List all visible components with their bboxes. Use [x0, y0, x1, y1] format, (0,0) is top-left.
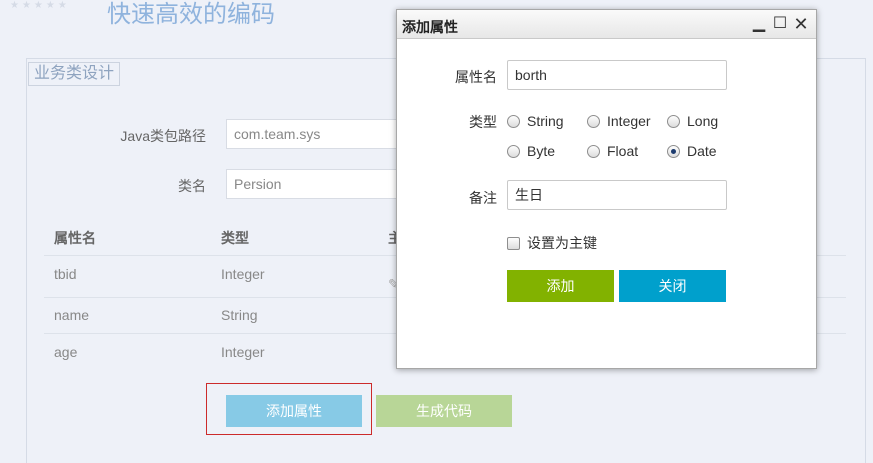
radio-label: Integer: [607, 113, 651, 129]
column-header-name: 属性名: [54, 230, 96, 246]
radio-button[interactable]: [507, 144, 520, 158]
primary-key-checkbox[interactable]: 设置为主键: [507, 234, 597, 252]
add-attribute-dialog: 添加属性 ▁ ☐ ✕ 属性名 borth 类型 String Integer L…: [396, 9, 817, 369]
checkbox-box[interactable]: [507, 236, 520, 250]
radio-label: Byte: [527, 143, 556, 159]
add-attribute-button[interactable]: 添加属性: [226, 395, 362, 427]
dialog-titlebar[interactable]: 添加属性 ▁ ☐ ✕: [397, 10, 816, 39]
class-name-input[interactable]: Persion: [226, 169, 406, 199]
row-3-name: age: [54, 344, 78, 360]
dialog-close-button[interactable]: 关闭: [619, 270, 726, 302]
radio-long[interactable]: Long: [667, 111, 718, 131]
package-path-label: Java类包路径: [120, 128, 206, 144]
type-label: 类型: [469, 114, 497, 130]
radio-button[interactable]: [587, 114, 600, 128]
radio-date[interactable]: Date: [667, 141, 717, 161]
remark-label: 备注: [469, 190, 497, 206]
remark-input[interactable]: 生日: [507, 180, 727, 210]
row-2-type: String: [221, 307, 258, 323]
row-2-name: name: [54, 307, 90, 323]
attr-name-label: 属性名: [455, 69, 497, 85]
class-name-label: 类名: [178, 178, 206, 194]
radio-string[interactable]: String: [507, 111, 564, 131]
row-1-type: Integer: [221, 266, 265, 282]
radio-button[interactable]: [587, 144, 600, 158]
minimize-icon[interactable]: ▁: [750, 14, 768, 34]
page-title: 快速高效的编码: [107, 1, 275, 28]
primary-key-label: 设置为主键: [527, 235, 597, 251]
attr-name-input[interactable]: borth: [507, 60, 727, 90]
section-legend: 业务类设计: [28, 62, 121, 86]
dialog-title: 添加属性: [402, 19, 458, 35]
radio-button[interactable]: [667, 114, 680, 128]
radio-float[interactable]: Float: [587, 141, 638, 161]
radio-byte[interactable]: Byte: [507, 141, 555, 161]
radio-label: Float: [607, 143, 639, 159]
decorative-stars: ★★★★★: [10, 0, 70, 11]
radio-label: Date: [687, 143, 717, 159]
row-3-type: Integer: [221, 344, 265, 360]
row-1-name: tbid: [54, 266, 77, 282]
radio-label: Long: [687, 113, 719, 129]
maximize-icon[interactable]: ☐: [771, 14, 789, 34]
radio-integer[interactable]: Integer: [587, 111, 651, 131]
radio-button-selected[interactable]: [667, 144, 680, 158]
close-icon[interactable]: ✕: [792, 14, 810, 34]
generate-code-button[interactable]: 生成代码: [376, 395, 512, 427]
radio-button[interactable]: [507, 114, 520, 128]
column-header-type: 类型: [221, 230, 249, 246]
package-path-input[interactable]: com.team.sys: [226, 119, 406, 149]
radio-label: String: [527, 113, 564, 129]
dialog-add-button[interactable]: 添加: [507, 270, 614, 302]
